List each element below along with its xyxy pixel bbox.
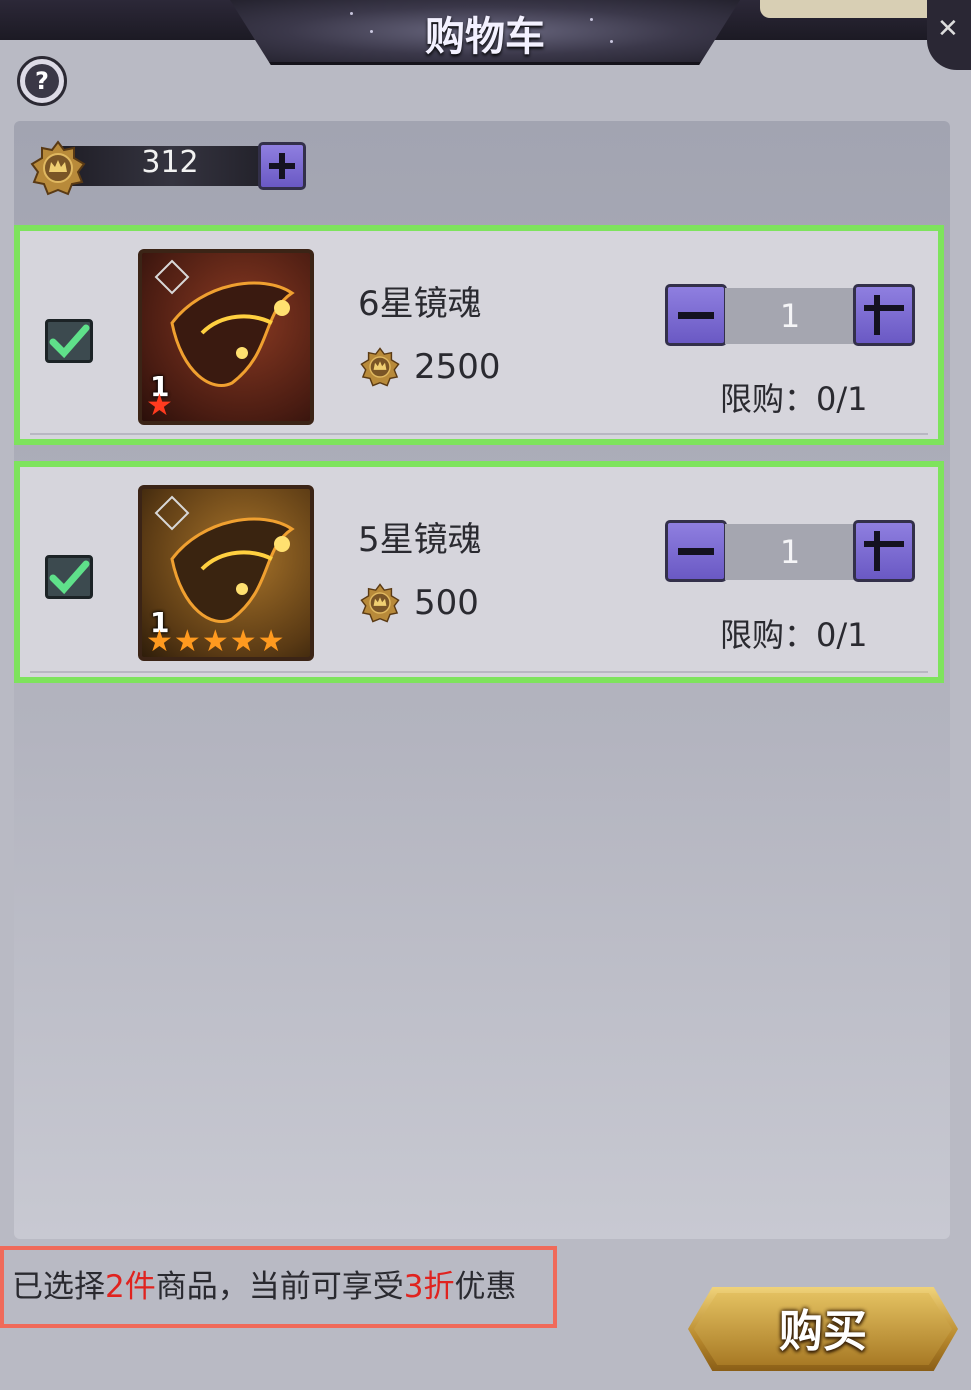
quantity-stepper: 1 bbox=[665, 520, 915, 584]
decrease-quantity-button[interactable] bbox=[665, 284, 727, 346]
star-icon: ★ bbox=[173, 624, 201, 659]
crown-coin-icon bbox=[360, 347, 400, 387]
card-divider bbox=[30, 671, 928, 673]
discount-summary: 已选择2件商品，当前可享受3折优惠 bbox=[0, 1246, 557, 1328]
increase-quantity-button[interactable] bbox=[853, 520, 915, 582]
item-checkbox[interactable] bbox=[45, 319, 93, 363]
item-name: 5星镜魂 bbox=[358, 520, 482, 560]
close-icon: ✕ bbox=[937, 14, 959, 44]
question-icon: ? bbox=[25, 64, 59, 98]
item-price: 500 bbox=[414, 583, 479, 623]
help-button[interactable]: ? bbox=[17, 56, 67, 106]
star-icon: ★ bbox=[257, 624, 285, 659]
quantity-stepper: 1 bbox=[665, 284, 915, 348]
cart-item-card: 1 ★ 6星镜魂 2500 1 限购：0/1 bbox=[14, 225, 944, 445]
decrease-quantity-button[interactable] bbox=[665, 520, 727, 582]
buy-button-label[interactable]: 购买 bbox=[688, 1295, 958, 1359]
item-checkbox[interactable] bbox=[45, 555, 93, 599]
star-rating: ★ bbox=[146, 391, 173, 421]
star-icon: ★ bbox=[229, 624, 257, 659]
star-icon: ★ bbox=[146, 388, 173, 423]
checkmark-icon bbox=[49, 560, 90, 595]
crown-coin-icon bbox=[360, 583, 400, 623]
item-thumbnail: 1 ★ ★ ★ ★ ★ bbox=[138, 485, 314, 661]
summary-suffix: 优惠 bbox=[454, 1269, 517, 1305]
cart-item-card: 1 ★ ★ ★ ★ ★ 5星镜魂 500 1 限购：0/1 bbox=[14, 461, 944, 683]
summary-prefix: 已选择 bbox=[12, 1269, 105, 1305]
currency-amount: 312 bbox=[141, 145, 199, 180]
purchase-limit: 限购：0/1 bbox=[720, 616, 868, 654]
star-icon: ★ bbox=[201, 624, 229, 659]
star-rating: ★ ★ ★ ★ ★ bbox=[146, 627, 285, 657]
purchase-limit: 限购：0/1 bbox=[720, 380, 868, 418]
item-name: 6星镜魂 bbox=[358, 284, 482, 324]
quantity-input[interactable]: 1 bbox=[725, 524, 855, 580]
add-currency-button[interactable] bbox=[258, 142, 306, 190]
item-price: 2500 bbox=[414, 347, 501, 387]
increase-quantity-button[interactable] bbox=[853, 284, 915, 346]
quantity-input[interactable]: 1 bbox=[725, 288, 855, 344]
page-title: 购物车 bbox=[425, 13, 545, 60]
summary-middle: 商品，当前可享受 bbox=[155, 1269, 404, 1305]
star-icon: ★ bbox=[146, 624, 173, 659]
checkmark-icon bbox=[49, 324, 90, 359]
card-divider bbox=[30, 433, 928, 435]
close-button[interactable]: ✕ bbox=[927, 0, 971, 70]
selected-count: 2件 bbox=[105, 1269, 156, 1305]
discount-rate: 3折 bbox=[403, 1269, 455, 1305]
item-thumbnail: 1 ★ bbox=[138, 249, 314, 425]
top-tab[interactable] bbox=[760, 0, 940, 18]
